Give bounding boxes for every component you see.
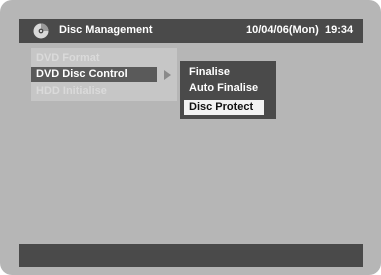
page-title: Disc Management bbox=[59, 24, 153, 36]
main-menu: DVD Format DVD Disc Control HDD Initiali… bbox=[31, 48, 177, 101]
menu-item-hdd-initialise[interactable]: HDD Initialise bbox=[31, 84, 169, 99]
sub-menu-item-finalise[interactable]: Finalise bbox=[184, 65, 264, 80]
header-bar: Disc Management 10/04/06(Mon) 19:34 bbox=[19, 19, 363, 43]
footer-bar bbox=[19, 244, 363, 267]
sub-menu: Finalise Auto Finalise Disc Protect bbox=[180, 61, 276, 119]
menu-item-dvd-format[interactable]: DVD Format bbox=[31, 51, 169, 66]
sub-menu-item-disc-protect[interactable]: Disc Protect bbox=[184, 100, 264, 115]
menu-item-dvd-disc-control[interactable]: DVD Disc Control bbox=[31, 67, 157, 82]
sub-menu-item-auto-finalise[interactable]: Auto Finalise bbox=[184, 81, 264, 96]
date-display: 10/04/06(Mon) bbox=[246, 24, 319, 36]
time-display: 19:34 bbox=[325, 24, 354, 36]
triangle-right-icon bbox=[164, 70, 171, 80]
disc-icon bbox=[33, 23, 49, 39]
screen: Disc Management 10/04/06(Mon) 19:34 DVD … bbox=[0, 0, 381, 275]
